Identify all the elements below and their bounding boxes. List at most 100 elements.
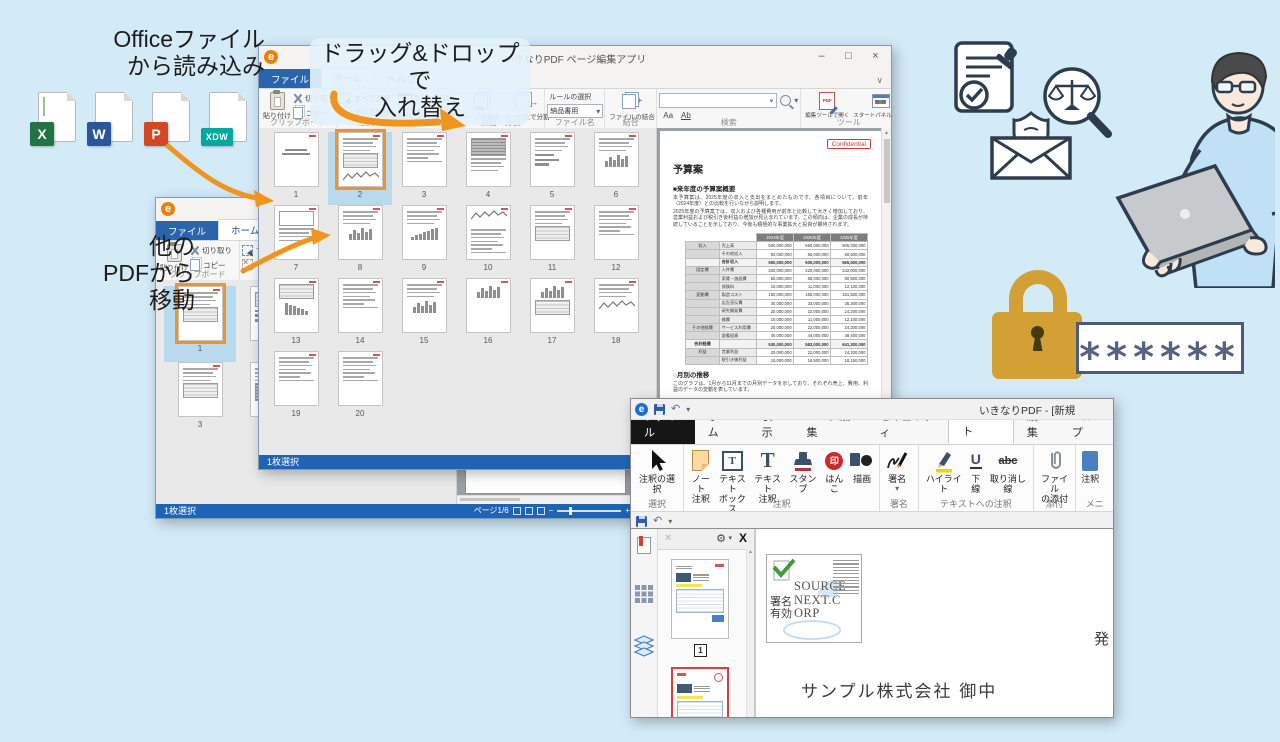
confidential-mark: [565, 208, 572, 211]
page-thumbnail[interactable]: 9: [392, 205, 456, 278]
minimize-button[interactable]: –: [808, 46, 835, 67]
page-thumbnail[interactable]: 3: [392, 132, 456, 205]
hanko-button[interactable]: 印はんこ: [821, 447, 849, 494]
annotation-menu-button[interactable]: 注釈: [1079, 447, 1101, 484]
undo-button[interactable]: ↶: [671, 404, 680, 415]
open-edit-tool-button[interactable]: PDF編集ツールで開く: [803, 91, 851, 120]
paragraph: 2025年度の予算案では、収入および各種費用が前年と比較して大きく増加しており、…: [673, 209, 868, 228]
page-thumbnail[interactable]: 8: [328, 205, 392, 278]
search-icon[interactable]: [780, 95, 791, 106]
pages-grid-icon[interactable]: [635, 585, 653, 603]
panel-header: × ⚙ ▾ X: [658, 529, 754, 550]
group-tools: PDF編集ツールで開く スタートパネルを開く ツール: [801, 89, 892, 129]
ribbon: 注釈の選択 選択 ノート 注釈 Tテキスト ボックス Tテキスト 注釈 スタンプ…: [631, 445, 1113, 512]
zoom-out-button[interactable]: −: [549, 504, 554, 518]
page-thumbnail[interactable]: 18: [584, 278, 648, 351]
rule-select-label: ルールの選択: [547, 91, 591, 102]
open-start-panel-button[interactable]: スタートパネルを開く: [851, 91, 892, 120]
confidential-mark: [629, 281, 636, 284]
page-thumbnail[interactable]: 19: [264, 351, 328, 424]
paragraph: このグラフは、1月から11月までの月別データを示しており、それぞれ売上、費用、利…: [673, 381, 868, 394]
bookmark-icon[interactable]: [637, 537, 651, 554]
page-thumbnail[interactable]: 14: [328, 278, 392, 351]
page-thumbnail[interactable]: 10: [456, 205, 520, 278]
view-mode-button[interactable]: [537, 507, 545, 515]
select-annotation-button[interactable]: 注釈の選択: [634, 447, 680, 494]
page-thumbnail-2-selected[interactable]: [671, 667, 729, 718]
section-heading: ○月別の推移: [673, 369, 868, 379]
strikethrough-button[interactable]: abc取り消し線: [986, 447, 1030, 494]
note-annotation-button[interactable]: ノート 注釈: [687, 447, 715, 504]
person-laptop-illustration: [1100, 38, 1275, 288]
attach-file-button[interactable]: ファイル の添付: [1037, 447, 1072, 504]
rule-select-dropdown[interactable]: 納品書用▾: [547, 104, 603, 118]
page-thumbnail[interactable]: 12: [584, 205, 648, 278]
app-logo-icon: e: [635, 403, 648, 416]
page-thumbnail[interactable]: 20: [328, 351, 392, 424]
text-annotation-button[interactable]: Tテキスト 注釈: [750, 447, 785, 504]
clipped-text: 発: [1094, 628, 1109, 649]
page-thumbnail-1[interactable]: [671, 559, 729, 639]
group-annotation: ノート 注釈 Tテキスト ボックス Tテキスト 注釈 スタンプ 印はんこ 描画 …: [684, 445, 880, 511]
draw-button[interactable]: 描画: [848, 447, 876, 484]
confidential-mark: [309, 208, 316, 211]
page-thumbnail[interactable]: 7: [264, 205, 328, 278]
page-number-badge: 1: [694, 644, 707, 657]
confidential-mark: [565, 281, 572, 284]
maximize-button[interactable]: □: [835, 46, 862, 67]
page-number: 10: [484, 263, 493, 272]
page-number: 15: [420, 336, 429, 345]
chevron-down-icon: ▾: [767, 97, 777, 105]
password-asterisks: ******: [1079, 335, 1241, 371]
save-button[interactable]: [654, 404, 665, 415]
page-thumbnail-selected[interactable]: 2: [328, 132, 392, 205]
page-number: 20: [356, 409, 365, 418]
panel-close-button[interactable]: X: [739, 531, 747, 545]
start-panel-icon: [872, 94, 890, 108]
page-thumbnail[interactable]: 16: [456, 278, 520, 351]
page-number: 11: [548, 263, 556, 272]
qat-customize-button[interactable]: ▾: [686, 405, 690, 414]
page-thumbnail[interactable]: 17: [520, 278, 584, 351]
page-thumbnail[interactable]: 1: [264, 132, 328, 205]
cut-button[interactable]: 切り取り: [190, 245, 232, 256]
layers-icon[interactable]: [634, 635, 654, 657]
close-button[interactable]: ×: [862, 46, 889, 67]
ribbon-collapse-button[interactable]: ∨: [868, 73, 891, 88]
undo-button[interactable]: ↶: [653, 516, 662, 527]
page-thumbnail[interactable]: 13: [264, 278, 328, 351]
view-mode-button[interactable]: [525, 507, 533, 515]
confidential-mark: [309, 354, 316, 357]
budget-table: 2024年度 2025年度 2026年度 収入売上高500,000,000550…: [685, 233, 868, 365]
confidential-mark: [501, 281, 508, 284]
page-number: 3: [198, 420, 202, 429]
confidential-mark: [501, 208, 508, 211]
stamp-button[interactable]: スタンプ: [785, 447, 820, 494]
panel-scrollbar[interactable]: ▲: [746, 549, 754, 717]
toolbar-options-button[interactable]: ▾: [668, 517, 672, 526]
page-thumbnail[interactable]: 4: [456, 132, 520, 205]
h-scrollbar[interactable]: [457, 495, 638, 504]
underline-button[interactable]: U下線: [966, 447, 986, 494]
annotation-office-load: Officeファイル から読み込み: [55, 26, 265, 80]
search-input[interactable]: ▾: [659, 93, 777, 108]
page-thumbnail[interactable]: 15: [392, 278, 456, 351]
marketing-banner: e ファイル ホーム ヘルプ 貼り付け 切り取り コピー クリップボード すべて…: [0, 0, 1280, 742]
page-thumbnail[interactable]: 11: [520, 205, 584, 278]
gear-icon[interactable]: ⚙: [716, 532, 726, 545]
budget-table-row: 広告宣伝費30,000,00033,000,00036,300,000: [686, 299, 868, 307]
highlight-button[interactable]: ハイライト: [922, 447, 966, 494]
view-mode-button[interactable]: [513, 507, 521, 515]
page-number: 5: [550, 190, 554, 199]
zoom-slider[interactable]: [557, 510, 621, 512]
signature-button[interactable]: 署名 ▾: [883, 447, 911, 494]
page-thumbnail[interactable]: 3: [164, 362, 236, 438]
page-thumbnail[interactable]: 5: [520, 132, 584, 205]
page-thumbnail[interactable]: 6: [584, 132, 648, 205]
docuworks-file-icon: XDW: [201, 92, 247, 148]
password-field[interactable]: ******: [1076, 322, 1244, 374]
save-button[interactable]: [636, 516, 647, 527]
chevron-down-icon: ▾: [895, 484, 899, 494]
chevron-down-icon: ▾: [596, 107, 600, 116]
annotation-drag-drop: ドラッグ&ドロップで 入れ替え: [310, 38, 530, 125]
